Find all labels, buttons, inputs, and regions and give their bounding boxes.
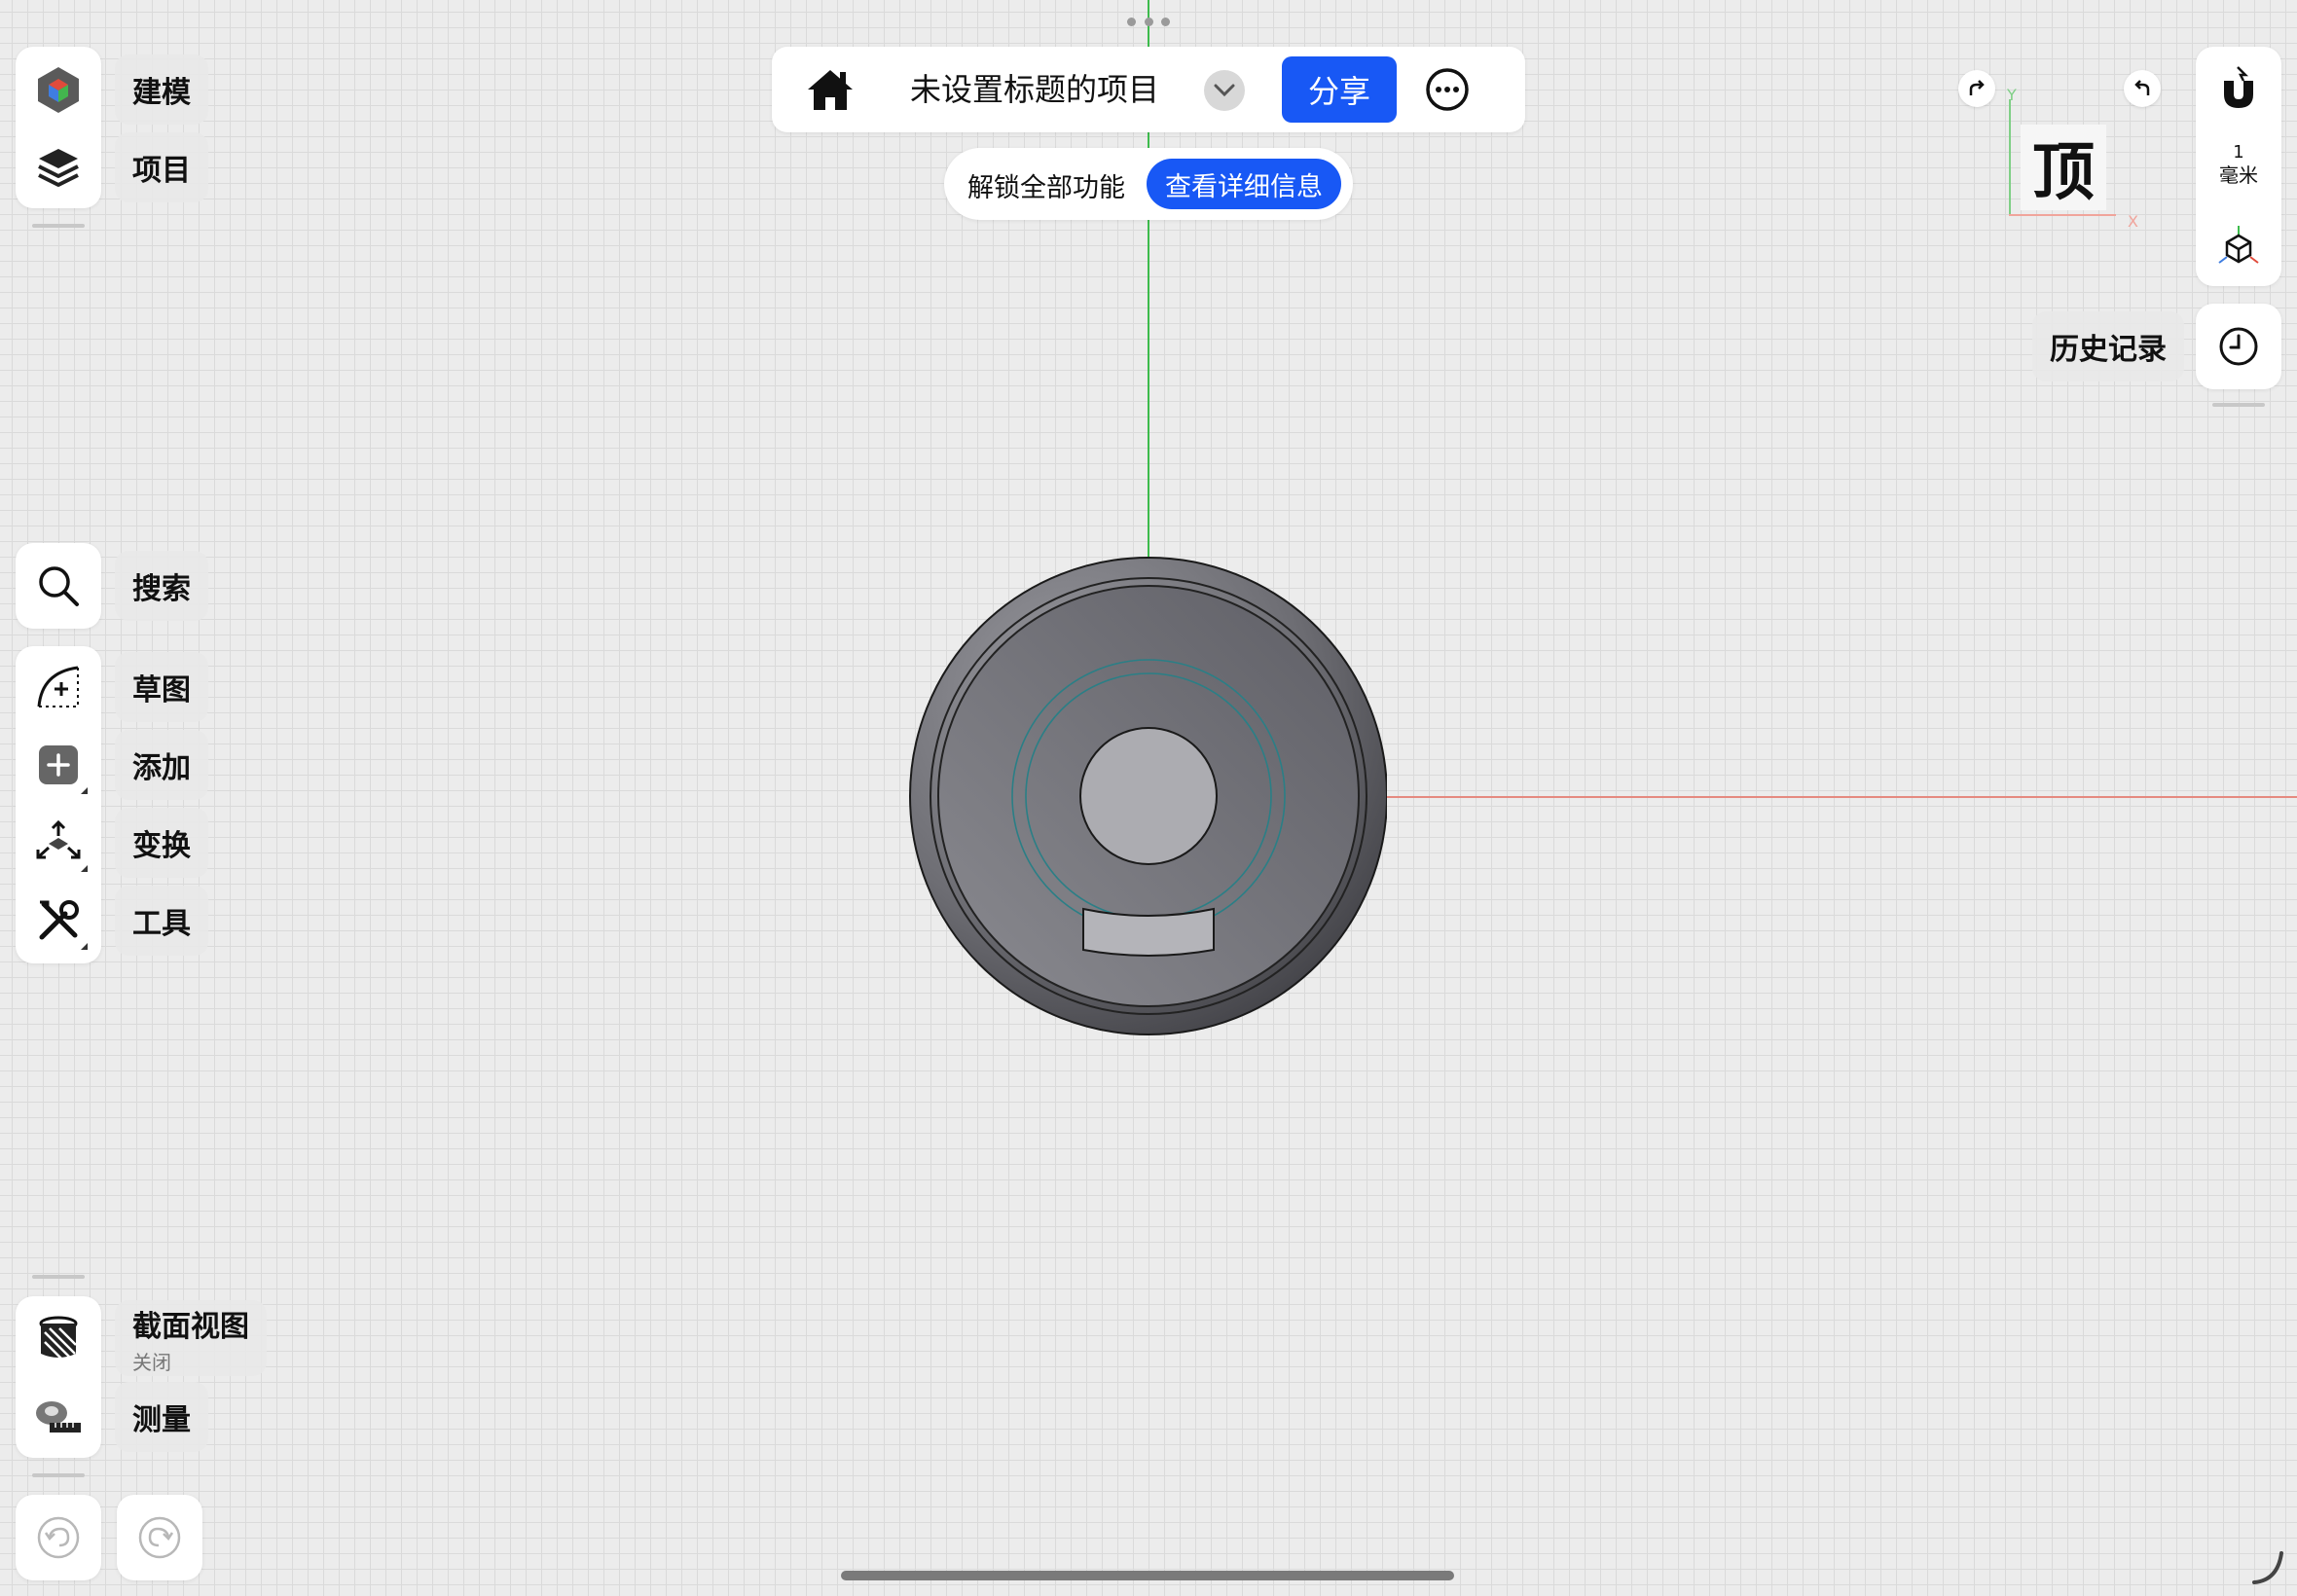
x-axis-line (1382, 796, 2297, 798)
view-cube-face[interactable]: 顶 (2021, 125, 2106, 210)
clock-icon (2219, 327, 2258, 366)
view-cube-x-label: X (2128, 212, 2138, 231)
top-toolbar: 未设置标题的项目 分享 (772, 47, 1525, 132)
sketch-icon (37, 666, 79, 707)
home-icon (808, 70, 853, 110)
measure-button[interactable] (16, 1374, 101, 1460)
label-add: 添加 (115, 730, 208, 800)
label-project: 项目 (115, 132, 208, 202)
grid-size-button[interactable]: 1 毫米 (2196, 142, 2281, 193)
panel-divider (32, 1473, 85, 1477)
view-cube-y-axis (2009, 99, 2011, 216)
layers-icon (38, 149, 79, 187)
model-viewport-object[interactable] (900, 553, 1387, 1039)
search-button[interactable] (16, 543, 101, 629)
share-button[interactable]: 分享 (1282, 56, 1397, 123)
wrench-screwdriver-icon (39, 900, 79, 940)
rotate-left-icon (2134, 80, 2150, 95)
tools-button[interactable] (16, 878, 101, 963)
home-indicator[interactable] (841, 1571, 1454, 1580)
project-title[interactable]: 未设置标题的项目 (910, 68, 1159, 111)
view-details-button[interactable]: 查看详细信息 (1147, 159, 1341, 209)
more-icon (1426, 68, 1469, 111)
grid-size-value: 1 (2233, 142, 2244, 163)
redo-button[interactable] (117, 1495, 202, 1580)
label-measure: 测量 (115, 1382, 208, 1452)
view-cube-x-axis (2009, 214, 2116, 216)
label-modeling: 建模 (115, 54, 208, 125)
search-icon (39, 566, 79, 606)
title-dropdown-button[interactable] (1204, 70, 1245, 111)
add-button[interactable] (16, 722, 101, 808)
grid-size-unit: 毫米 (2219, 163, 2258, 187)
panel-divider (2212, 403, 2265, 407)
section-view-button[interactable] (16, 1296, 101, 1382)
chevron-down-icon (1214, 84, 1235, 97)
add-icon (39, 745, 78, 784)
label-sketch: 草图 (115, 652, 208, 722)
section-view-icon (39, 1316, 78, 1362)
transform-icon (36, 819, 81, 859)
project-button[interactable] (16, 125, 101, 210)
cube-colored-icon (38, 67, 79, 113)
panel-divider (32, 224, 85, 228)
redo-icon (138, 1516, 181, 1559)
view-orientation-button[interactable] (2196, 216, 2281, 274)
label-section-view: 截面视图 关闭 (115, 1300, 267, 1376)
rotate-view-right-button[interactable] (1958, 70, 1995, 107)
view-cube-y-label: Y (2007, 86, 2017, 104)
view-cube[interactable]: Y X 顶 (2007, 86, 2138, 231)
section-view-status: 关闭 (132, 1350, 171, 1374)
label-history: 历史记录 (2032, 311, 2184, 381)
snap-magnet-button[interactable] (2196, 54, 2281, 123)
label-transform: 变换 (115, 808, 208, 878)
tape-measure-icon (36, 1401, 81, 1433)
more-button[interactable] (1424, 66, 1471, 113)
sketch-button[interactable] (16, 644, 101, 730)
unlock-banner: 解锁全部功能 查看详细信息 (944, 148, 1353, 220)
resize-corner-icon[interactable] (2248, 1547, 2287, 1586)
magnet-icon (2224, 66, 2253, 108)
rotate-right-icon (1969, 80, 1985, 95)
transform-button[interactable] (16, 800, 101, 886)
drag-handle-dots[interactable] (1127, 18, 1170, 27)
label-search: 搜索 (115, 551, 208, 621)
axes-cube-icon (2218, 226, 2259, 264)
panel-divider (32, 1275, 85, 1279)
home-button[interactable] (801, 60, 859, 119)
undo-icon (37, 1516, 80, 1559)
label-tools: 工具 (115, 886, 208, 956)
unlock-text: 解锁全部功能 (967, 173, 1125, 203)
rotate-view-left-button[interactable] (2124, 70, 2161, 107)
undo-button[interactable] (16, 1495, 101, 1580)
history-button[interactable] (2196, 304, 2281, 389)
modeling-button[interactable] (16, 47, 101, 132)
